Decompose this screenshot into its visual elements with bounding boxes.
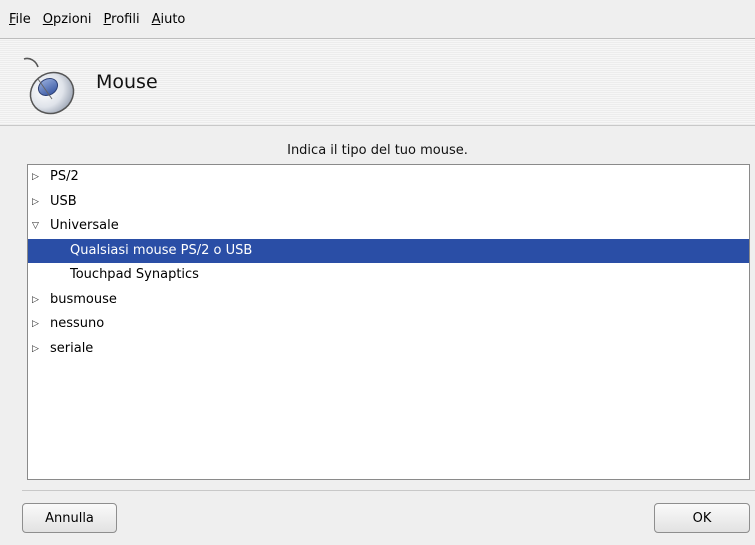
menu-profili-accel: P: [103, 11, 112, 27]
page-header: Mouse: [0, 39, 755, 126]
collapse-triangle-icon[interactable]: ▽: [32, 214, 44, 238]
tree-item-usb[interactable]: ▷ USB: [28, 190, 749, 215]
tree-item-label: Touchpad Synaptics: [70, 267, 199, 282]
page-title: Mouse: [96, 71, 158, 93]
menu-file-label: ile: [15, 11, 31, 27]
menu-opzioni-accel: O: [42, 11, 54, 27]
menubar: File Opzioni Profili Aiuto: [0, 0, 755, 39]
tree-item-busmouse[interactable]: ▷ busmouse: [28, 288, 749, 313]
tree-item-universale[interactable]: ▽ Universale: [28, 214, 749, 239]
tree-item-label: busmouse: [50, 291, 117, 307]
expand-triangle-icon[interactable]: ▷: [32, 165, 44, 189]
instruction-text: Indica il tipo del tuo mouse.: [287, 143, 468, 158]
ok-button[interactable]: OK: [654, 503, 750, 533]
tree-item-label: Universale: [50, 218, 119, 233]
tree-item-ps2[interactable]: ▷ PS/2: [28, 165, 749, 190]
menu-aiuto-label: iuto: [160, 11, 186, 27]
tree-item-nessuno[interactable]: ▷ nessuno: [28, 312, 749, 337]
menu-opzioni[interactable]: Opzioni: [37, 12, 98, 27]
expand-triangle-icon[interactable]: ▷: [32, 312, 44, 336]
menu-profili-label: rofili: [111, 11, 140, 27]
mouse-type-tree[interactable]: ▷ PS/2 ▷ USB ▽ Universale Qualsiasi mous…: [27, 164, 750, 480]
menu-aiuto[interactable]: Aiuto: [146, 12, 192, 27]
tree-item-label: PS/2: [50, 169, 79, 184]
tree-item-label: nessuno: [50, 316, 105, 331]
tree-item-seriale[interactable]: ▷ seriale: [28, 337, 749, 362]
tree-item-label: Qualsiasi mouse PS/2 o USB: [70, 242, 253, 258]
menu-profili[interactable]: Profili: [98, 12, 146, 27]
expand-triangle-icon[interactable]: ▷: [32, 190, 44, 214]
tree-item-label: seriale: [50, 340, 94, 356]
expand-triangle-icon[interactable]: ▷: [32, 337, 44, 361]
menu-opzioni-label: pzioni: [53, 11, 92, 27]
expand-triangle-icon[interactable]: ▷: [32, 288, 44, 312]
tree-item-qualsiasi-mouse[interactable]: Qualsiasi mouse PS/2 o USB: [28, 238, 749, 263]
tree-item-label: USB: [50, 193, 77, 209]
mouse-icon: [23, 57, 75, 115]
cancel-button[interactable]: Annulla: [22, 503, 117, 533]
button-separator: [22, 490, 755, 491]
menu-file[interactable]: File: [3, 12, 37, 27]
tree-item-touchpad-synaptics[interactable]: Touchpad Synaptics: [28, 263, 749, 288]
